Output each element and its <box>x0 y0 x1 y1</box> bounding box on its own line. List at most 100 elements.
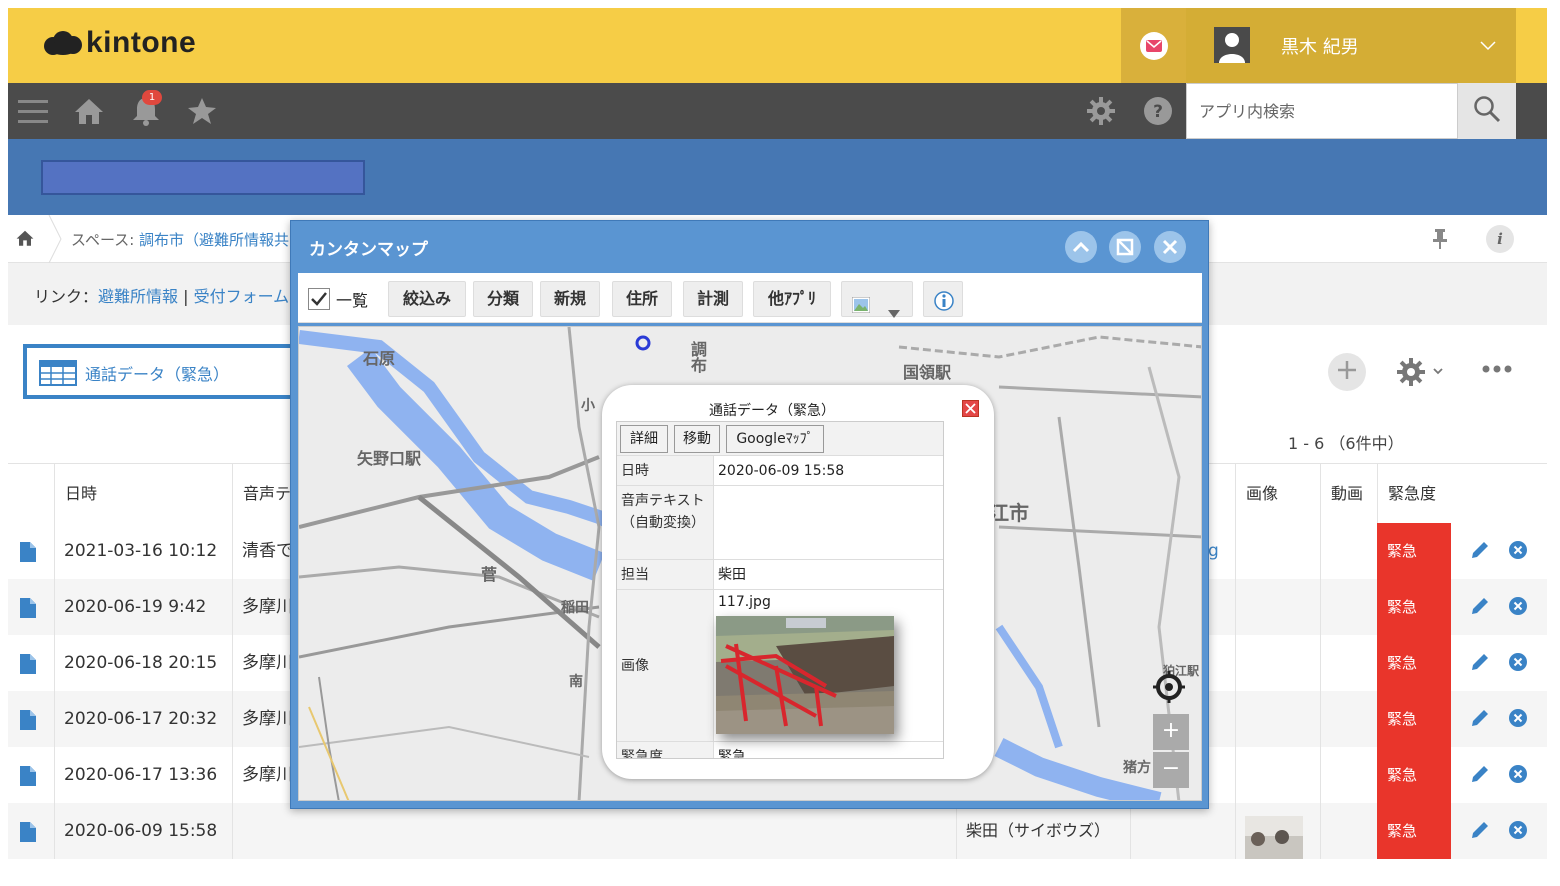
delete-icon[interactable] <box>1508 820 1528 844</box>
svg-text:?: ? <box>1153 102 1163 122</box>
close-icon[interactable] <box>962 400 979 417</box>
cell-datetime: 2020-06-17 20:32 <box>64 709 218 729</box>
delete-icon[interactable] <box>1508 764 1528 788</box>
record-count: 1 - 6 （6件中） <box>1288 434 1404 453</box>
document-icon[interactable] <box>20 822 36 846</box>
restore-icon[interactable] <box>1109 231 1141 263</box>
search-box <box>1186 83 1458 139</box>
popup-fields: 詳細 移動 Googleﾏｯﾌﾟ 日時 2020-06-09 15:58 音声テ… <box>616 421 944 759</box>
field-key: 緊急度 <box>617 742 714 758</box>
search-input[interactable] <box>1187 84 1457 138</box>
logo-text: kintone <box>86 26 197 59</box>
map-info-button[interactable] <box>923 281 963 317</box>
popup-title: 通話データ（緊急） <box>709 403 835 419</box>
help-icon[interactable]: ? <box>1143 96 1173 130</box>
column-voice[interactable]: 音声テ <box>232 464 292 524</box>
document-icon[interactable] <box>20 542 36 566</box>
address-button[interactable]: 住所 <box>612 281 672 317</box>
move-button[interactable]: 移動 <box>674 425 720 453</box>
edit-icon[interactable] <box>1470 596 1490 620</box>
measure-button[interactable]: 計測 <box>683 281 743 317</box>
document-icon[interactable] <box>20 710 36 734</box>
search-button[interactable] <box>1458 83 1516 139</box>
top-header: kintone 黒木 紀男 <box>8 8 1547 83</box>
close-icon[interactable] <box>1154 231 1186 263</box>
new-button[interactable]: 新規 <box>540 281 600 317</box>
document-icon[interactable] <box>20 766 36 790</box>
zoom-out-button[interactable]: − <box>1153 752 1189 788</box>
google-map-button[interactable]: Googleﾏｯﾌﾟ <box>726 425 824 453</box>
user-name: 黒木 紀男 <box>1281 37 1359 58</box>
document-icon[interactable] <box>20 654 36 678</box>
gear-icon[interactable] <box>1086 96 1116 130</box>
add-record-button[interactable] <box>1328 353 1366 391</box>
list-checkbox[interactable] <box>308 288 330 310</box>
view-selector[interactable]: 通話データ（緊急） <box>23 344 313 399</box>
popup-field-row: 音声テキスト（自動変換） <box>617 486 943 560</box>
delete-icon[interactable] <box>1508 708 1528 732</box>
map-label: 調布 <box>688 341 707 373</box>
column-video[interactable]: 動画 <box>1320 464 1377 524</box>
image-thumbnail[interactable] <box>1245 816 1303 859</box>
cell-voice: 多摩川 <box>242 597 292 617</box>
delete-icon[interactable] <box>1508 652 1528 676</box>
document-icon[interactable] <box>20 598 36 622</box>
link-list: リンク：避難所情報 | 受付フォーム <box>34 287 290 306</box>
map-toolbar: 一覧 絞込み 分類 新規 住所 計測 他ｱﾌﾟﾘ <box>298 273 1202 323</box>
kintone-logo[interactable]: kintone <box>44 26 196 60</box>
filter-button[interactable]: 絞込み <box>388 281 466 317</box>
zoom-in-button[interactable]: + <box>1153 714 1189 750</box>
other-app-button[interactable]: 他ｱﾌﾟﾘ <box>753 281 831 317</box>
edit-icon[interactable] <box>1470 820 1490 844</box>
collapse-icon[interactable] <box>1065 231 1097 263</box>
mail-button[interactable] <box>1121 8 1186 83</box>
breadcrumb-separator <box>48 215 62 263</box>
nav-bar: 1 ? <box>8 83 1547 139</box>
star-icon[interactable] <box>187 96 217 130</box>
delete-icon[interactable] <box>1508 596 1528 620</box>
search-icon <box>1473 95 1501 127</box>
edit-icon[interactable] <box>1470 540 1490 564</box>
category-button[interactable]: 分類 <box>473 281 533 317</box>
field-key: 音声テキスト（自動変換） <box>617 486 714 559</box>
layer-select[interactable] <box>841 281 913 318</box>
more-icon[interactable] <box>1481 360 1513 379</box>
pin-icon[interactable] <box>1432 229 1448 253</box>
column-image[interactable]: 画像 <box>1235 464 1320 524</box>
cell-datetime: 2020-06-18 20:15 <box>64 653 218 673</box>
kintone-app: kintone 黒木 紀男 1 ? アプリ内検索 スペース: 調布市（避難所情報… <box>8 8 1547 862</box>
cell-assignee: 柴田（サイボウズ） <box>966 821 1111 840</box>
edit-icon[interactable] <box>1470 708 1490 732</box>
map-label: 矢野口駅 <box>357 449 422 468</box>
map-canvas[interactable]: 石原 矢野口駅 国領駅 調布 江市 稲田 菅 南 小 猪方 狛江駅 + − 通話… <box>298 326 1202 801</box>
locate-icon[interactable] <box>1153 671 1185 707</box>
app-settings-gear-icon[interactable] <box>1396 357 1452 391</box>
column-datetime[interactable]: 日時 <box>54 464 232 524</box>
detail-button[interactable]: 詳細 <box>620 425 668 453</box>
menu-icon[interactable] <box>18 97 48 131</box>
info-icon[interactable]: i <box>1486 225 1514 253</box>
link-shelter-info[interactable]: 避難所情報 <box>98 287 178 306</box>
column-urgency[interactable]: 緊急度 <box>1377 464 1451 524</box>
user-menu[interactable]: 黒木 紀男 <box>1186 8 1516 83</box>
urgency-badge: 緊急 <box>1377 747 1451 803</box>
table-row[interactable]: 2020-06-09 15:58 柴田（サイボウズ） 緊急 <box>8 803 1547 859</box>
dialog-title: カンタンマップ <box>309 240 428 260</box>
popup-field-row: 緊急度 緊急 <box>617 742 943 758</box>
disaster-photo[interactable] <box>716 616 894 734</box>
urgency-badge: 緊急 <box>1377 635 1451 691</box>
home-icon[interactable] <box>74 96 104 130</box>
breadcrumb-home-icon[interactable] <box>16 229 34 251</box>
popup-field-row: 日時 2020-06-09 15:58 <box>617 456 943 486</box>
edit-icon[interactable] <box>1470 652 1490 676</box>
link-reception-form[interactable]: 受付フォーム <box>194 287 290 306</box>
cell-file-link[interactable]: g <box>1208 523 1228 579</box>
edit-icon[interactable] <box>1470 764 1490 788</box>
urgency-badge: 緊急 <box>1377 803 1451 859</box>
breadcrumb-space-link[interactable]: 調布市（避難所情報共 <box>139 231 289 249</box>
field-value: 2020-06-09 15:58 <box>718 463 845 479</box>
urgency-badge: 緊急 <box>1377 691 1451 747</box>
delete-icon[interactable] <box>1508 540 1528 564</box>
image-filename: 117.jpg <box>718 594 771 610</box>
cell-voice: 清香で <box>242 541 292 561</box>
